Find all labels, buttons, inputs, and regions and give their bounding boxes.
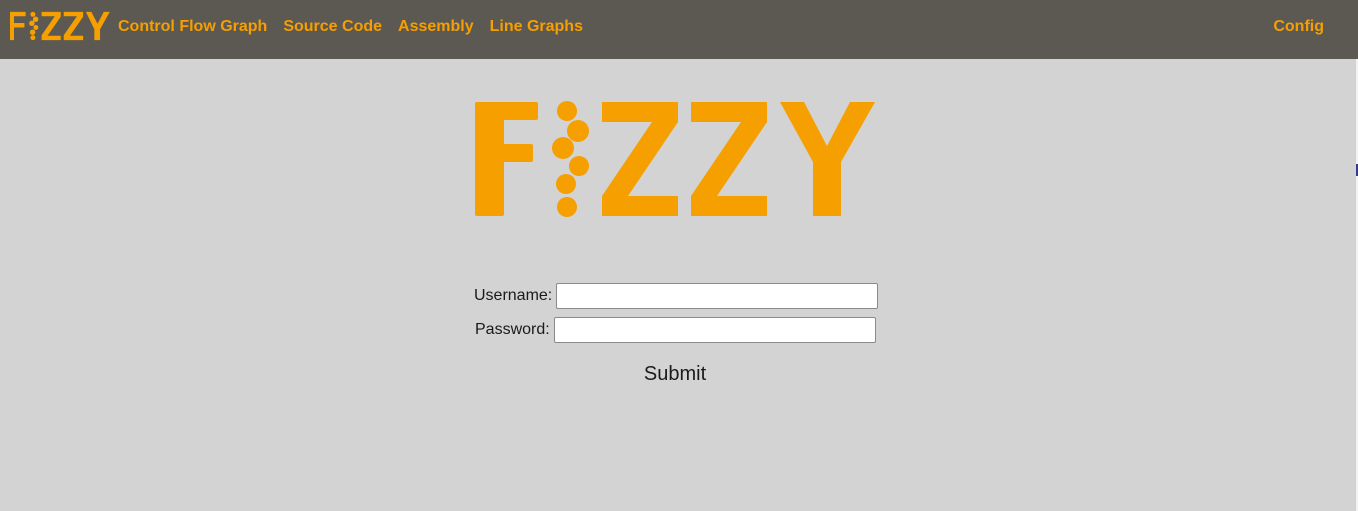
username-label: Username: xyxy=(474,287,553,304)
nav-config[interactable]: Config xyxy=(1273,0,1324,53)
username-row: Username: xyxy=(474,283,879,309)
nav-control-flow-graph[interactable]: Control Flow Graph xyxy=(118,18,267,36)
submit-button[interactable]: Submit xyxy=(636,360,714,388)
password-label: Password: xyxy=(475,321,550,338)
username-input[interactable] xyxy=(556,283,879,309)
password-input[interactable] xyxy=(553,317,876,343)
nav-source-code[interactable]: Source Code xyxy=(283,18,382,36)
top-navbar: Control Flow Graph Source Code Assembly … xyxy=(0,0,1358,59)
nav-line-graphs[interactable]: Line Graphs xyxy=(490,18,583,36)
fizzy-logo-large xyxy=(475,101,875,217)
nav-assembly[interactable]: Assembly xyxy=(398,18,474,36)
nav-links: Control Flow Graph Source Code Assembly … xyxy=(118,0,599,53)
fizzy-logo-small[interactable] xyxy=(10,11,110,41)
password-row: Password: xyxy=(475,317,876,343)
